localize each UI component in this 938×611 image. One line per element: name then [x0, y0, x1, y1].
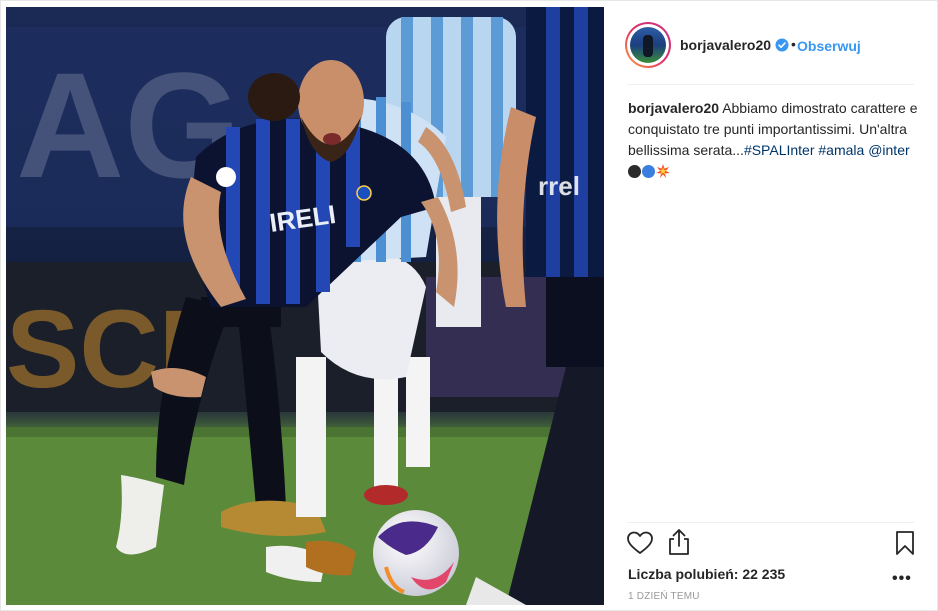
- avatar[interactable]: [625, 22, 671, 68]
- post-side-panel: borjavalero20 • Obserwuj borjavalero20 A…: [605, 1, 938, 610]
- post-caption: borjavalero20 Abbiamo dimostrato caratte…: [628, 98, 920, 182]
- soccer-ball-icon: [373, 510, 459, 596]
- hashtag-amala[interactable]: #amala: [818, 142, 864, 158]
- divider: [627, 522, 914, 523]
- likes-count[interactable]: Liczba polubień: 22 235: [628, 566, 785, 582]
- post-header: borjavalero20 • Obserwuj: [605, 1, 938, 85]
- post-photo[interactable]: AG SCI rrel IRELI: [6, 7, 604, 605]
- hashtag-spalinter[interactable]: #SPALInter: [744, 142, 815, 158]
- bookmark-icon[interactable]: [895, 530, 915, 556]
- more-options-button[interactable]: •••: [892, 570, 912, 588]
- black-circle-icon: [628, 165, 641, 178]
- separator-dot: •: [791, 36, 796, 52]
- svg-text:rrel: rrel: [538, 171, 580, 201]
- heart-icon[interactable]: [627, 531, 653, 555]
- follow-button[interactable]: Obserwuj: [797, 38, 861, 54]
- instagram-post: AG SCI rrel IRELI borjavalero20 • Obserw…: [0, 0, 938, 611]
- verified-badge-icon: [775, 38, 789, 52]
- collision-icon: [656, 164, 670, 178]
- divider: [627, 84, 914, 85]
- caption-username[interactable]: borjavalero20: [628, 100, 719, 116]
- player-icon: [643, 35, 653, 57]
- avatar-image: [630, 27, 666, 63]
- username-link[interactable]: borjavalero20: [680, 37, 771, 53]
- mention-inter[interactable]: @inter: [868, 142, 909, 158]
- football-photo-illustration: AG SCI rrel IRELI: [6, 7, 604, 605]
- post-timestamp[interactable]: 1 DZIEŃ TEMU: [628, 591, 700, 602]
- blue-circle-icon: [642, 165, 655, 178]
- share-icon[interactable]: [667, 528, 691, 556]
- svg-text:SCI: SCI: [6, 288, 189, 411]
